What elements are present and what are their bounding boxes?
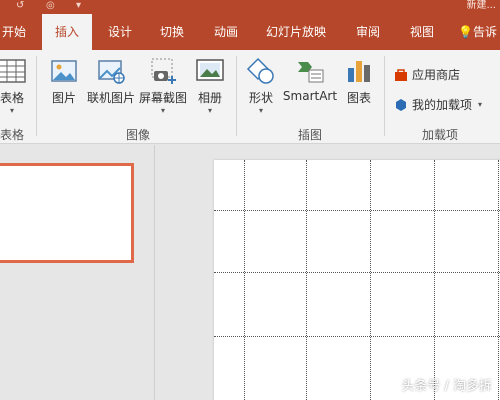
customize-toolbar-icon[interactable]: ▾ [76, 0, 81, 12]
gridline-horizontal [214, 336, 500, 337]
table-button[interactable]: 表格 ▾ [0, 56, 30, 116]
title-bar: ↺ ◎ ▾ 新建... [0, 0, 500, 14]
my-addins-button[interactable]: 我的加载项 ▾ [394, 96, 482, 113]
watermark-text: 头条号 / 淘多拆 [401, 379, 492, 394]
group-separator [236, 56, 237, 136]
smartart-button[interactable]: SmartArt [282, 56, 338, 103]
chevron-down-icon: ▾ [258, 106, 263, 115]
gridline-vertical [498, 160, 499, 400]
smartart-icon [298, 62, 324, 83]
gridline-horizontal [214, 272, 500, 273]
screenshot-button-label: 屏幕截图 [138, 91, 187, 105]
chevron-down-icon: ▾ [478, 100, 483, 109]
group-label-illustrations: 插图 [298, 128, 323, 142]
online-picture-button[interactable]: 联机图片 [86, 56, 136, 106]
picture-button[interactable]: 图片 [44, 56, 84, 106]
group-label-addins: 加载项 [422, 128, 459, 142]
store-button[interactable]: 应用商店 [394, 66, 460, 83]
group-label-table: 表格 [0, 128, 25, 142]
photo-album-button-label: 相册 [197, 91, 222, 105]
tab-home[interactable]: 开始 [0, 14, 28, 50]
chart-button[interactable]: 图表 [342, 56, 376, 106]
online-picture-icon [98, 60, 125, 84]
chevron-down-icon: ▾ [160, 106, 165, 115]
tab-tell-me[interactable]: 💡告诉 [458, 14, 500, 50]
smartart-button-label: SmartArt [282, 89, 338, 103]
chart-button-label: 图表 [346, 91, 371, 105]
table-button-label: 表格 [0, 91, 24, 105]
slide-canvas[interactable] [214, 160, 500, 400]
tab-insert[interactable]: 插入 [42, 14, 92, 50]
undo-icon[interactable]: ↺ [16, 0, 24, 12]
screenshot-button[interactable]: 屏幕截图 ▾ [138, 56, 188, 116]
photo-album-icon [196, 59, 224, 81]
picture-button-label: 图片 [51, 91, 76, 105]
gridline-vertical [370, 160, 371, 400]
tell-me-label: 告诉 [472, 25, 497, 39]
my-addins-button-label: 我的加载项 [412, 98, 473, 112]
gridline-vertical [306, 160, 307, 400]
picture-icon [51, 60, 77, 82]
tab-animations[interactable]: 动画 [204, 14, 248, 50]
lightbulb-icon: 💡 [458, 25, 473, 39]
group-label-images: 图像 [126, 128, 151, 142]
chevron-down-icon: ▾ [207, 106, 212, 115]
tab-transitions[interactable]: 切换 [152, 14, 192, 50]
slide-thumbnail-pane [0, 145, 155, 400]
chevron-down-icon: ▾ [9, 106, 14, 115]
table-icon [0, 59, 26, 83]
ribbon-tabs: 开始 插入 设计 切换 动画 幻灯片放映 审阅 视图 💡告诉 [0, 14, 500, 50]
group-separator [384, 56, 385, 136]
store-icon [394, 68, 408, 82]
shapes-button[interactable]: 形状 ▾ [244, 56, 278, 116]
tab-slideshow[interactable]: 幻灯片放映 [262, 14, 330, 50]
online-picture-button-label: 联机图片 [86, 91, 135, 105]
gridline-vertical [244, 160, 245, 400]
group-separator [36, 56, 37, 136]
gridline-vertical [434, 160, 435, 400]
ribbon-panel: 表格 ▾ 表格 图片 联机图片 屏幕截图 ▾ 相册 ▾ 图像 形状 ▾ Smar… [0, 50, 500, 144]
tab-design[interactable]: 设计 [100, 14, 140, 50]
screenshot-icon [151, 58, 176, 84]
shapes-button-label: 形状 [248, 91, 273, 105]
shapes-icon [246, 57, 274, 84]
addins-icon [394, 98, 408, 112]
photo-album-button[interactable]: 相册 ▾ [192, 56, 228, 116]
tab-review[interactable]: 审阅 [348, 14, 388, 50]
store-button-label: 应用商店 [412, 68, 461, 82]
tab-view[interactable]: 视图 [402, 14, 442, 50]
slide-editing-area [156, 145, 500, 400]
gridline-horizontal [214, 210, 500, 211]
present-icon[interactable]: ◎ [46, 0, 55, 12]
slide-thumbnail[interactable] [0, 163, 134, 263]
chart-icon [348, 61, 370, 82]
document-title: 新建... [466, 0, 496, 11]
